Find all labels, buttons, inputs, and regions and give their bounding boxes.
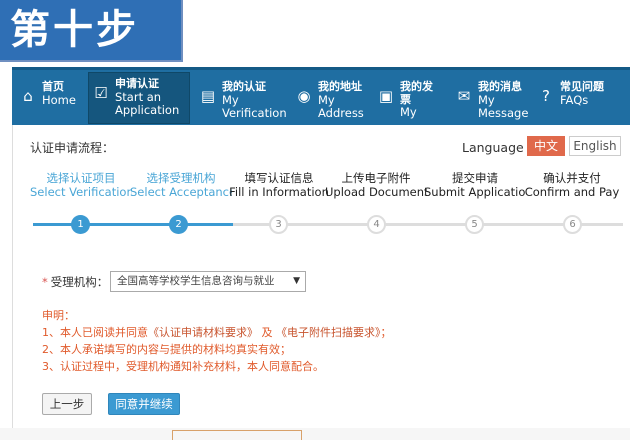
step-label-en: Select Acceptance Office [130, 185, 232, 199]
step-label-en: Upload Documents [325, 185, 427, 199]
step-number-1: 1 [71, 215, 90, 234]
acceptance-office-value: 全国高等学校学生信息咨询与就业 [117, 275, 275, 287]
nav-item-label-zh: 我的认证 [222, 80, 266, 93]
certificate-icon: ▤ [200, 87, 216, 105]
nav-item-my-verification[interactable]: ▤ 我的认证 My Verification [196, 76, 287, 126]
declaration-line-3: 3、认证过程中，受理机构通知补充材料，本人同意配合。 [42, 360, 324, 373]
step-label-en: Confirm and Pay [524, 185, 620, 199]
nav-item-faqs[interactable]: ? 常见问题 FAQs [534, 76, 614, 126]
step-fill-in-information: 填写认证信息 Fill in Information [228, 171, 330, 211]
language-label: Language : [462, 140, 532, 155]
acceptance-office-select[interactable]: 全国高等学校学生信息咨询与就业 ▼ [110, 271, 306, 292]
declaration-line-1-conjunction: 及 [261, 326, 273, 339]
nav-item-start-application[interactable]: ☑ 申请认证 Start an Application [88, 72, 190, 124]
declaration-line-1-text: 1、本人已阅读并同意 [42, 326, 148, 339]
nav-item-label-en: My Address [318, 93, 364, 120]
acceptance-office-label: * 受理机构： [42, 275, 109, 289]
declaration-line-1: 1、本人已阅读并同意《认证申请材料要求》 及 《电子附件扫描要求》； [42, 324, 392, 341]
language-english-button[interactable]: English [569, 136, 621, 156]
declaration-line-2: 2、本人承诺填写的内容与提供的材料均真实有效； [42, 343, 291, 356]
previous-step-button[interactable]: 上一步 [42, 393, 92, 415]
declaration-line-1-end: ； [380, 326, 392, 339]
declaration-heading: 申明： [42, 309, 75, 322]
step-number-2: 2 [169, 215, 188, 234]
step-label-zh: 确认并支付 [543, 171, 601, 185]
nav-item-label-zh: 我的地址 [318, 80, 362, 93]
step-label-zh: 上传电子附件 [341, 171, 411, 185]
material-requirements-link[interactable]: 《认证申请材料要求》 [148, 326, 258, 339]
nav-item-label-en: Home [42, 93, 76, 107]
nav-item-label-en: My Verification [222, 93, 287, 120]
nav-item-label-zh: 我的消息 [478, 80, 522, 93]
step-label-en: Submit Application [424, 185, 526, 199]
bottom-outlined-box [172, 430, 302, 440]
nav-item-label-zh: 首页 [42, 80, 64, 93]
step-select-verification-items: 选择认证项目 Select Verification Items [30, 171, 132, 211]
message-icon: ✉ [457, 87, 471, 105]
nav-item-label-zh: 我的发票 [400, 80, 433, 106]
home-icon: ⌂ [23, 87, 33, 105]
step-confirm-and-pay: 确认并支付 Confirm and Pay [521, 171, 623, 211]
step-select-acceptance-office: 选择受理机构 Select Acceptance Office [130, 171, 232, 211]
nav-item-label-en: FAQs [560, 93, 589, 107]
nav-item-my-invoice[interactable]: ▣ 我的发票 My [374, 76, 444, 126]
declaration-notice: 申明： 1、本人已阅读并同意《认证申请材料要求》 及 《电子附件扫描要求》； 2… [42, 307, 392, 375]
invoice-icon: ▣ [378, 87, 394, 105]
agree-and-continue-button[interactable]: 同意并继续 [108, 393, 180, 415]
help-icon: ? [542, 87, 550, 105]
process-title: 认证申请流程： [30, 141, 115, 155]
step-banner: 第十步 [0, 0, 183, 62]
nav-item-label-zh: 常见问题 [560, 80, 604, 93]
nav-item-label-en: My Message [478, 93, 529, 120]
step-label-zh: 选择受理机构 [146, 171, 216, 185]
step-number-3: 3 [269, 215, 288, 234]
step-upload-documents: 上传电子附件 Upload Documents [325, 171, 427, 211]
nav-item-label-en: My [400, 105, 417, 119]
step-submit-application: 提交申请 Submit Application [424, 171, 526, 211]
nav-item-home[interactable]: ⌂ 首页 Home [16, 76, 86, 126]
bottom-strip [0, 428, 630, 440]
nav-item-label-zh: 申请认证 [115, 77, 159, 90]
checkbox-icon: ☑ [94, 84, 108, 102]
acceptance-office-label-text: 受理机构： [50, 275, 109, 289]
step-label-en: Fill in Information [229, 185, 329, 199]
step-number-6: 6 [563, 215, 582, 234]
step-label-zh: 填写认证信息 [244, 171, 314, 185]
screenshot-root: { "banner": {"text": "第十步"}, "nav": { "i… [0, 0, 630, 440]
scan-requirements-link[interactable]: 《电子附件扫描要求》 [276, 326, 381, 339]
dropdown-arrow-icon: ▼ [293, 276, 300, 286]
nav-item-my-message[interactable]: ✉ 我的消息 My Message [452, 76, 530, 126]
step-number-5: 5 [465, 215, 484, 234]
step-number-4: 4 [367, 215, 386, 234]
application-panel: 认证申请流程： Language : 中文 English 选择认证项目 Sel… [12, 125, 630, 440]
progress-track-fill [33, 223, 233, 226]
nav-item-label-en: Start an Application [115, 90, 180, 117]
step-label-en: Select Verification Items [30, 185, 132, 199]
location-pin-icon: ◉ [297, 87, 311, 105]
main-nav-bar: ⌂ 首页 Home ☑ 申请认证 Start an Application ▤ … [12, 67, 630, 125]
step-banner-title: 第十步 [10, 6, 139, 53]
nav-item-my-address[interactable]: ◉ 我的地址 My Address [292, 76, 370, 126]
step-label-zh: 提交申请 [452, 171, 498, 185]
step-label-zh: 选择认证项目 [46, 171, 116, 185]
language-chinese-button[interactable]: 中文 [527, 136, 565, 156]
